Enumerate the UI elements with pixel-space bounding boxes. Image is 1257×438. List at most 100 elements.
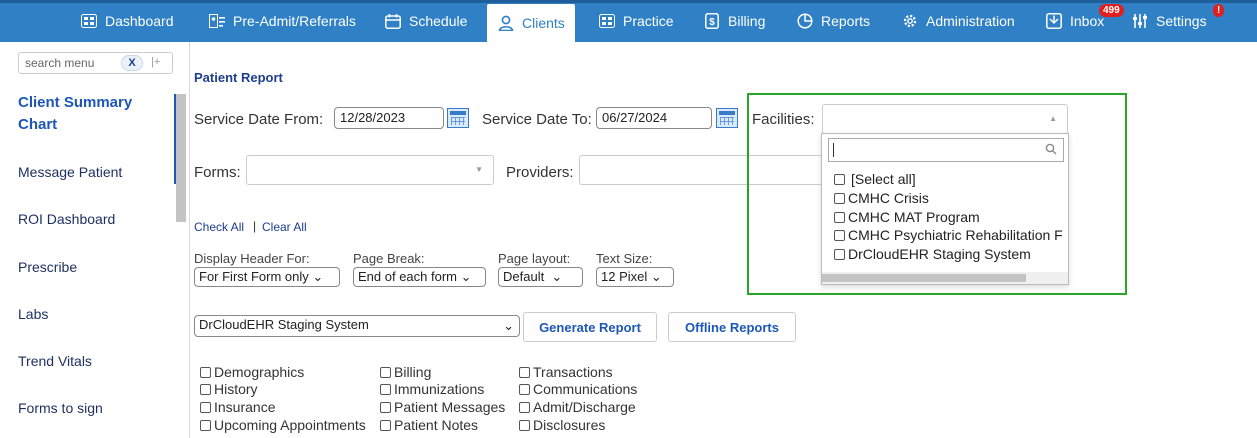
page-layout-select[interactable]: Default ⌄ — [498, 267, 583, 287]
forms-select[interactable]: ▼ — [246, 155, 494, 185]
nav-schedule[interactable]: Schedule — [384, 0, 467, 42]
text-size-select[interactable]: 12 Pixel ⌄ — [596, 267, 674, 287]
chevron-down-icon: ⌄ — [503, 318, 514, 333]
facilities-search-input[interactable] — [828, 138, 1064, 162]
nav-administration[interactable]: Administration — [901, 0, 1015, 42]
section-checkbox-patient-messages[interactable]: Patient Messages — [380, 399, 505, 415]
facilities-dropdown[interactable]: [Select all] CMHC Crisis CMHC MAT Progra… — [821, 133, 1069, 285]
offline-reports-button[interactable]: Offline Reports — [668, 312, 796, 342]
section-checkbox-upcoming-appointments[interactable]: Upcoming Appointments — [200, 417, 366, 433]
checkbox-label: Demographics — [214, 364, 305, 380]
generate-report-button[interactable]: Generate Report — [523, 312, 657, 342]
sidebar-scrollbar[interactable] — [176, 94, 186, 222]
facility-option-cmhc-psychiatric-rehabilitation[interactable]: CMHC Psychiatric Rehabilitation F — [834, 227, 1063, 243]
referrals-icon — [208, 12, 226, 30]
pin-sidebar-icon[interactable]: |+ — [151, 56, 160, 68]
nav-settings[interactable]: Settings ! — [1131, 0, 1225, 42]
calendar-icon[interactable] — [447, 108, 469, 128]
checkbox[interactable] — [200, 419, 211, 431]
calendar-icon[interactable] — [716, 108, 738, 128]
section-checkbox-history[interactable]: History — [200, 381, 258, 397]
sidebar-item-message-patient[interactable]: Message Patient — [18, 164, 122, 180]
page-break-select[interactable]: End of each form ⌄ — [353, 267, 486, 287]
checkbox[interactable] — [834, 229, 845, 241]
sidebar-search[interactable]: search menu X |+ — [18, 52, 173, 74]
forms-label: Forms: — [194, 164, 241, 181]
sidebar-item-client-summary-chart[interactable]: Client Summary Chart — [18, 92, 158, 136]
facility-option-cmhc-mat-program[interactable]: CMHC MAT Program — [834, 209, 980, 225]
billing-icon: $ — [703, 12, 721, 30]
page-break-value: End of each form — [358, 269, 457, 284]
facility-option-drcloudehr-staging-system[interactable]: DrCloudEHR Staging System — [834, 246, 1031, 262]
nav-inbox[interactable]: Inbox 499 — [1045, 0, 1124, 42]
service-date-to-input[interactable]: 06/27/2024 — [596, 107, 712, 129]
section-checkbox-insurance[interactable]: Insurance — [200, 399, 275, 415]
settings-alert-badge: ! — [1213, 4, 1225, 17]
service-date-from-label: Service Date From: — [194, 111, 324, 128]
scrollbar-thumb[interactable] — [822, 274, 1026, 282]
checkbox[interactable] — [834, 173, 845, 185]
option-label: [Select all] — [851, 171, 916, 187]
nav-reports[interactable]: Reports — [796, 0, 870, 42]
checkbox-label: History — [214, 381, 258, 397]
service-date-from-input[interactable]: 12/28/2023 — [334, 107, 444, 129]
nav-clients[interactable]: Clients — [487, 4, 575, 42]
checkbox[interactable] — [200, 383, 211, 395]
display-header-value: For First Form only — [199, 269, 309, 284]
checkbox[interactable] — [380, 383, 391, 395]
checkbox[interactable] — [380, 401, 391, 413]
nav-dashboard[interactable]: Dashboard — [80, 0, 174, 42]
checkbox[interactable] — [200, 366, 211, 378]
search-input[interactable]: search menu — [25, 56, 94, 70]
chevron-down-icon: ▼ — [475, 165, 483, 174]
sidebar-item-trend-vitals[interactable]: Trend Vitals — [18, 353, 92, 369]
section-checkbox-immunizations[interactable]: Immunizations — [380, 381, 484, 397]
nav-label: Pre-Admit/Referrals — [233, 13, 356, 29]
section-checkbox-transactions[interactable]: Transactions — [519, 364, 613, 380]
inbox-icon — [1045, 12, 1063, 30]
gear-icon — [901, 12, 919, 30]
sidebar-item-labs[interactable]: Labs — [18, 306, 48, 322]
checkbox[interactable] — [200, 401, 211, 413]
nav-label: Settings — [1156, 13, 1207, 29]
text-size-label: Text Size: — [596, 251, 653, 266]
dropdown-horizontal-scrollbar[interactable] — [822, 272, 1068, 284]
clear-search-button[interactable]: X — [121, 55, 143, 71]
checkbox[interactable] — [380, 366, 391, 378]
page-layout-value: Default — [503, 269, 545, 284]
nav-practice[interactable]: Practice — [598, 0, 674, 42]
checkbox[interactable] — [519, 401, 530, 413]
check-all-link[interactable]: Check All — [194, 220, 244, 234]
sidebar-item-forms-to-sign[interactable]: Forms to sign — [18, 400, 103, 416]
user-icon — [497, 14, 515, 32]
section-checkbox-demographics[interactable]: Demographics — [200, 364, 304, 380]
sidebar-item-roi-dashboard[interactable]: ROI Dashboard — [18, 211, 115, 227]
clear-all-link[interactable]: Clear All — [262, 220, 307, 234]
section-checkbox-communications[interactable]: Communications — [519, 381, 637, 397]
section-checkbox-patient-notes[interactable]: Patient Notes — [380, 417, 478, 433]
checkbox-label: Disclosures — [533, 417, 606, 433]
checkbox-label: Patient Messages — [394, 399, 506, 415]
checkbox[interactable] — [519, 366, 530, 378]
svg-text:$: $ — [709, 17, 715, 28]
section-checkbox-billing[interactable]: Billing — [380, 364, 431, 380]
checkbox[interactable] — [519, 419, 530, 431]
checkbox[interactable] — [519, 383, 530, 395]
checkbox[interactable] — [834, 192, 845, 204]
checkbox-label: Admit/Discharge — [533, 399, 636, 415]
checkbox[interactable] — [834, 211, 845, 223]
facility-option-cmhc-crisis[interactable]: CMHC Crisis — [834, 190, 929, 206]
section-checkbox-disclosures[interactable]: Disclosures — [519, 417, 605, 433]
nav-pre-admit-referrals[interactable]: Pre-Admit/Referrals — [208, 0, 356, 42]
section-checkbox-admit-discharge[interactable]: Admit/Discharge — [519, 399, 636, 415]
text-size-value: 12 Pixel — [601, 269, 648, 284]
display-header-select[interactable]: For First Form only ⌄ — [194, 267, 340, 287]
sidebar-item-prescribe[interactable]: Prescribe — [18, 259, 77, 275]
facility-select[interactable]: DrCloudEHR Staging System ⌄ — [194, 315, 520, 337]
checkbox[interactable] — [834, 248, 845, 260]
link-separator: | — [253, 219, 257, 233]
checkbox-label: Upcoming Appointments — [214, 417, 366, 433]
checkbox[interactable] — [380, 419, 391, 431]
nav-billing[interactable]: $ Billing — [703, 0, 765, 42]
facility-option-select-all[interactable]: [Select all] — [834, 171, 916, 187]
